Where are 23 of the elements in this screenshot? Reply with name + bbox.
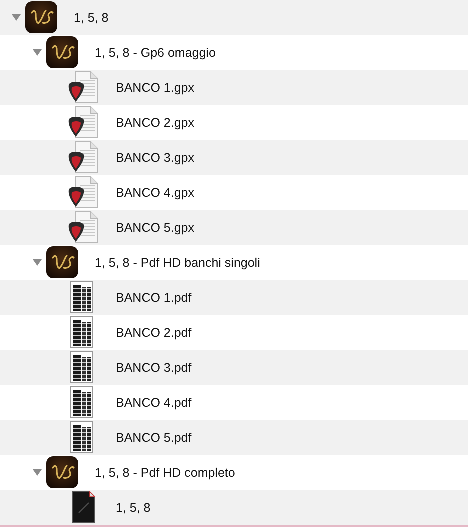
disclosure-triangle-icon[interactable] bbox=[32, 468, 42, 477]
disclosure-triangle-icon[interactable] bbox=[12, 13, 20, 22]
file-name[interactable]: BANCO 1.gpx bbox=[116, 80, 195, 94]
disclosure-triangle-icon[interactable] bbox=[32, 258, 42, 267]
file-name[interactable]: 1, 5, 8 bbox=[116, 500, 151, 514]
swirl-logo-icon bbox=[46, 246, 79, 279]
file-name[interactable]: BANCO 2.pdf bbox=[116, 326, 192, 340]
swirl-logo-icon bbox=[25, 1, 58, 34]
disclosure-triangle-icon[interactable] bbox=[32, 48, 42, 57]
file-name[interactable]: BANCO 5.gpx bbox=[116, 220, 195, 234]
file-name[interactable]: BANCO 4.gpx bbox=[116, 186, 195, 200]
swirl-logo-icon bbox=[46, 36, 79, 69]
file-name[interactable]: BANCO 3.gpx bbox=[116, 150, 195, 164]
file-name[interactable]: BANCO 2.gpx bbox=[116, 116, 195, 130]
folder-name[interactable]: 1, 5, 8 - Gp6 omaggio bbox=[95, 46, 216, 60]
swirl-logo-icon bbox=[46, 456, 79, 489]
file-name[interactable]: BANCO 1.pdf bbox=[116, 290, 192, 304]
folder-name[interactable]: 1, 5, 8 bbox=[74, 10, 109, 24]
file-name[interactable]: BANCO 3.pdf bbox=[116, 360, 192, 374]
file-name[interactable]: BANCO 5.pdf bbox=[116, 430, 192, 444]
file-name[interactable]: BANCO 4.pdf bbox=[116, 396, 192, 410]
folder-name[interactable]: 1, 5, 8 - Pdf HD banchi singoli bbox=[95, 256, 260, 270]
folder-name[interactable]: 1, 5, 8 - Pdf HD completo bbox=[95, 466, 236, 480]
